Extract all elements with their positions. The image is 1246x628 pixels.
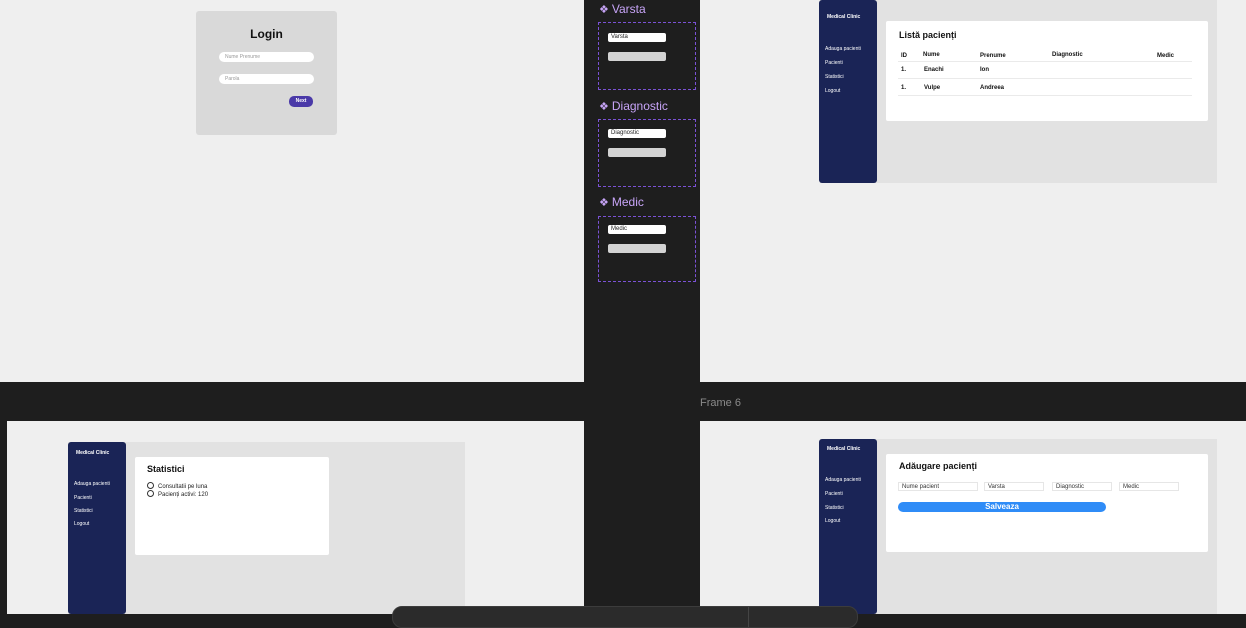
sidebar-item-adauga[interactable]: Adauga pacienti [74,481,110,487]
stat-option-consultatii[interactable]: Consultatii pe luna [147,482,207,490]
cell-id: 1. [901,67,907,73]
medic-title-text: Medic [611,195,644,209]
medic-button[interactable] [608,244,666,253]
varsta-button[interactable] [608,52,666,61]
sidebar-item-statistici[interactable]: Statistici [825,505,844,511]
toolbar-divider [748,607,749,627]
row-divider [898,95,1192,96]
login-frame: Login Nume Prenume Parola Next [0,0,584,382]
sidebar-item-pacienti[interactable]: Pacienti [74,495,92,501]
sidebar-item-statistici[interactable]: Statistici [825,74,844,80]
medic-component-title: ❖ Medic [599,195,644,209]
sidebar-item-logout[interactable]: Logout [825,518,840,524]
sidebar-item-pacienti[interactable]: Pacienti [825,60,843,66]
diagnostic-component-title: ❖ Diagnostic [599,99,668,113]
sidebar-brand: Medical Clinic [827,446,861,452]
component-icon: ❖ [599,101,609,113]
radio-icon[interactable] [147,482,154,489]
component-icon: ❖ [599,197,609,209]
radio-icon[interactable] [147,490,154,497]
login-title: Login [250,27,283,41]
add-sidebar: Medical Clinic Adauga pacienti Pacienti … [819,439,877,614]
medic-input[interactable]: Medic [608,225,666,234]
name-input[interactable]: Nume Prenume [219,52,314,62]
col-header-prenume: Prenume [980,53,1006,59]
bottom-toolbar[interactable] [392,606,858,628]
add-patient-title: Adăugare pacienți [899,461,978,471]
varsta-component-title: ❖ Varsta [599,2,646,16]
frame-label[interactable]: Frame 6 [700,397,741,409]
sidebar-brand: Medical Clinic [827,14,861,20]
stats-panel: Statistici Consultatii pe luna Pacienți … [135,457,329,555]
login-card: Login Nume Prenume Parola Next [196,11,337,135]
row-divider [898,61,1192,62]
patients-panel: Listă pacienți ID Nume Prenume Diagnosti… [886,21,1208,121]
cell-nume: Vulpe [924,85,941,91]
sidebar-item-statistici[interactable]: Statistici [74,508,93,514]
row-divider [898,78,1192,79]
col-header-id: ID [901,53,907,59]
sidebar-item-logout[interactable]: Logout [74,521,89,527]
cell-nume: Enachi [924,67,944,73]
diagnostic-input[interactable]: Diagnostic [608,129,666,138]
sidebar-item-adauga[interactable]: Adauga pacienti [825,46,861,52]
sidebar-brand: Medical Clinic [76,450,110,456]
sidebar-item-logout[interactable]: Logout [825,88,840,94]
patients-title: Listă pacienți [899,30,957,40]
col-header-diagnostic: Diagnostic [1052,52,1083,58]
varsta-title-text: Varsta [611,2,646,16]
stat-option-pacienti[interactable]: Pacienți activi: 120 [147,490,208,498]
nume-pacient-field[interactable]: Nume pacient [898,482,978,491]
col-header-medic: Medic [1157,53,1175,59]
save-button[interactable]: Salveaza [898,502,1106,512]
col-header-nume: Nume [923,52,940,58]
cell-prenume: Andreea [980,85,1005,91]
patients-sidebar: Medical Clinic Adauga pacienti Pacienti … [819,0,877,183]
diagnostic-title-text: Diagnostic [611,99,668,113]
varsta-input[interactable]: Varsta [608,33,666,42]
diagnostic-field[interactable]: Diagnostic [1052,482,1112,491]
medic-field[interactable]: Medic [1119,482,1179,491]
cell-id: 1. [901,85,907,91]
sidebar-item-adauga[interactable]: Adauga pacienti [825,477,861,483]
diagnostic-button[interactable] [608,148,666,157]
sidebar-item-pacienti[interactable]: Pacienti [825,491,843,497]
cell-prenume: Ion [980,67,989,73]
component-icon: ❖ [599,4,609,16]
stats-sidebar: Medical Clinic Adauga pacienti Pacienti … [68,442,126,614]
password-input[interactable]: Parola [219,74,314,84]
stats-title: Statistici [147,464,185,474]
varsta-field[interactable]: Varsta [984,482,1044,491]
next-button[interactable]: Next [289,96,313,107]
stat-label: Pacienți activi: 120 [158,492,209,498]
